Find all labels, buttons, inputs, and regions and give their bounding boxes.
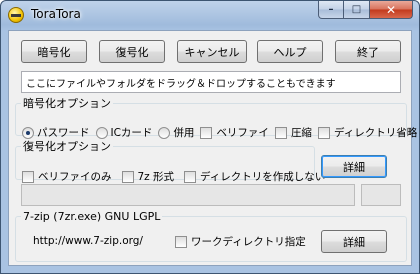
radio-unchecked-icon: [95, 126, 108, 139]
app-icon[interactable]: [8, 7, 24, 23]
decrypt-options-legend: 復号化オプション: [23, 140, 111, 153]
cancel-button[interactable]: キャンセル: [177, 40, 247, 63]
progress-bar: [21, 184, 355, 206]
checkbox-icon: [184, 170, 197, 183]
status-box: [361, 184, 401, 206]
encrypt-options-legend: 暗号化オプション: [23, 97, 111, 110]
work-directory-checkbox[interactable]: ワークディレクトリ指定: [175, 234, 306, 249]
client-area: 暗号化 復号化 キャンセル ヘルプ 終了 ここにファイルやフォルダをドラッグ＆ド…: [8, 30, 417, 266]
decrypt-button[interactable]: 復号化: [99, 40, 165, 63]
checkbox-icon: [121, 170, 134, 183]
decrypt-options-group: 復号化オプション ベリファイのみ 7z 形式 ディレクトリを作成しない: [15, 138, 325, 183]
help-button[interactable]: ヘルプ: [257, 40, 323, 63]
checkbox-icon: [175, 235, 187, 248]
omit-directory-checkbox[interactable]: ディレクトリ省略: [317, 125, 418, 140]
seven-zip-legend: 7-zip (7zr.exe) GNU LGPL: [23, 210, 161, 223]
caption-buttons: – □ ✕: [318, 1, 413, 20]
checkbox-icon: [22, 170, 34, 183]
verify-only-label: ベリファイのみ: [38, 171, 112, 183]
omit-directory-label: ディレクトリ省略: [333, 127, 418, 139]
work-directory-label: ワークディレクトリ指定: [191, 236, 306, 248]
app-window: ToraTora – □ ✕ 暗号化 復号化 キャンセル ヘルプ 終了 ここにフ…: [0, 0, 420, 274]
title-bar[interactable]: ToraTora – □ ✕: [1, 1, 419, 29]
seven-zip-details-button[interactable]: 詳細: [321, 230, 387, 253]
seven-z-checkbox[interactable]: 7z 形式: [121, 169, 175, 184]
decrypt-options-row: ベリファイのみ 7z 形式 ディレクトリを作成しない: [22, 169, 325, 184]
window-title: ToraTora: [31, 7, 81, 21]
decrypt-details-button[interactable]: 詳細: [321, 155, 387, 178]
close-button[interactable]: ✕: [370, 1, 413, 19]
encrypt-button[interactable]: 暗号化: [21, 40, 87, 63]
radio-unchecked-icon: [158, 126, 171, 139]
radio-checked-icon: [22, 126, 34, 139]
seven-zip-url-link[interactable]: http://www.7-zip.org/: [33, 235, 143, 247]
drop-area-textbox[interactable]: ここにファイルやフォルダをドラッグ＆ドロップすることもできます: [21, 71, 401, 93]
minimize-button[interactable]: –: [318, 1, 344, 19]
checkbox-icon: [317, 126, 330, 139]
encrypt-options-group: 暗号化オプション パスワード ICカード 併用 ベリファイ 圧縮 ディレクトリ省…: [15, 95, 417, 139]
checkbox-icon: [200, 126, 213, 139]
maximize-button[interactable]: □: [344, 1, 370, 19]
maximize-icon: □: [351, 4, 362, 15]
no-directory-checkbox[interactable]: ディレクトリを作成しない: [184, 169, 325, 184]
close-icon: ✕: [385, 2, 397, 17]
minimize-icon: –: [328, 4, 334, 15]
checkbox-icon: [274, 126, 287, 139]
seven-z-label: 7z 形式: [137, 171, 175, 183]
no-directory-label: ディレクトリを作成しない: [200, 171, 326, 183]
verify-only-checkbox[interactable]: ベリファイのみ: [22, 169, 112, 184]
exit-button[interactable]: 終了: [335, 40, 401, 63]
